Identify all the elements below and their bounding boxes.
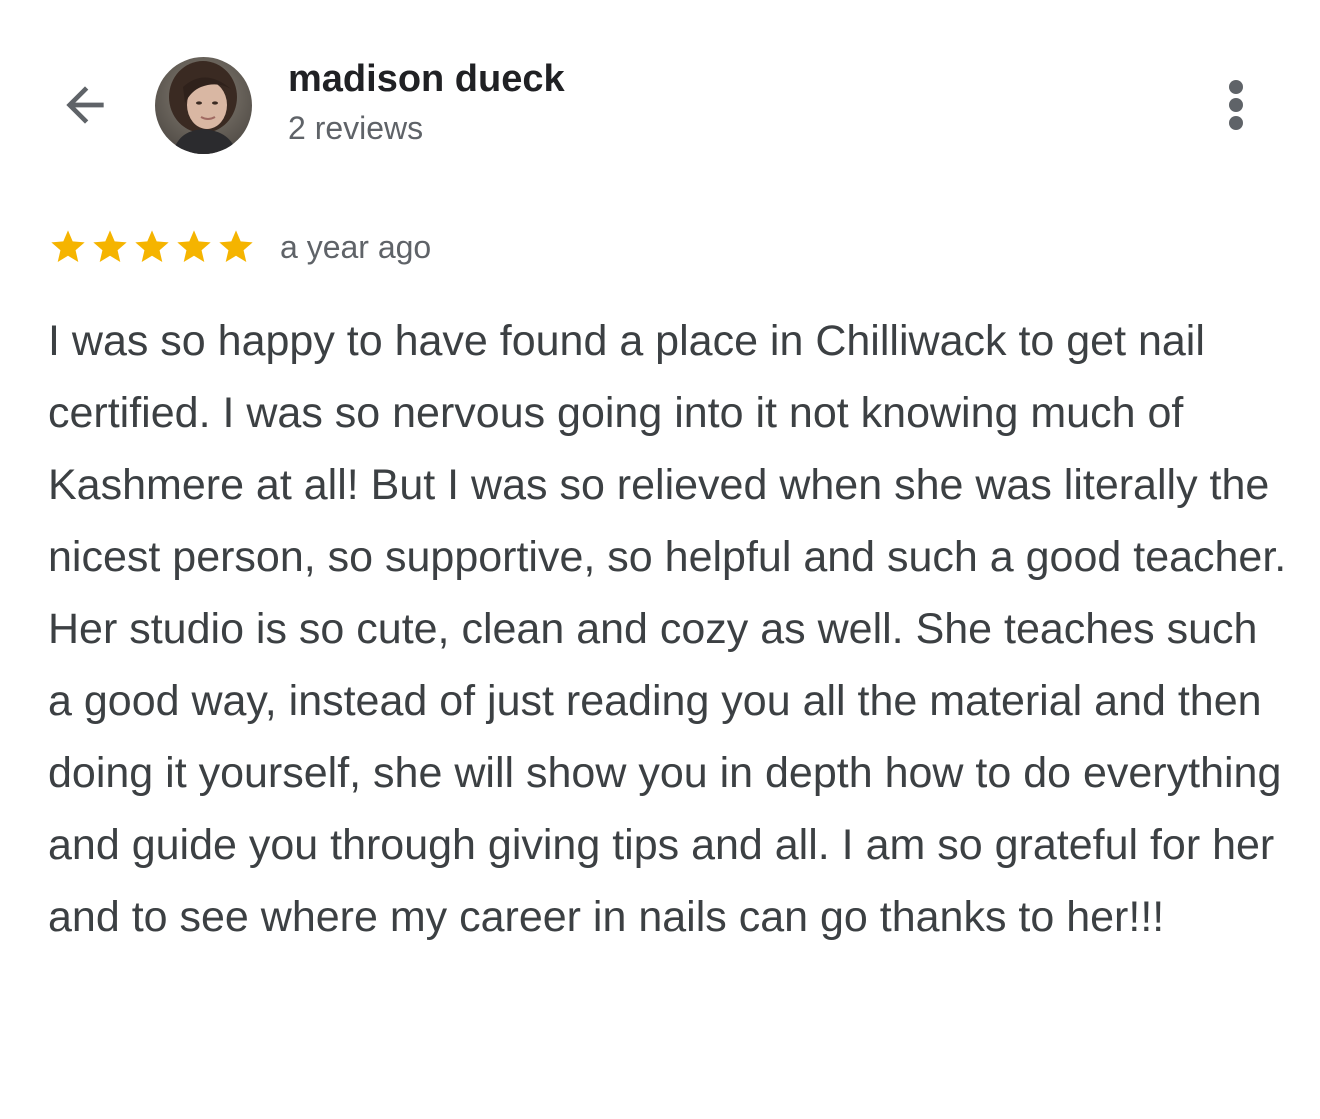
star-icon — [219, 230, 253, 262]
avatar[interactable] — [155, 57, 252, 154]
star-icon — [177, 230, 211, 262]
star-icon — [93, 230, 127, 262]
arrow-back-icon — [66, 86, 104, 124]
rating-row: a year ago — [48, 226, 431, 268]
star-icon — [135, 230, 169, 262]
back-button[interactable] — [50, 70, 120, 140]
star-icon — [51, 230, 85, 262]
author-name[interactable]: madison dueck — [288, 58, 565, 101]
author-review-count: 2 reviews — [288, 110, 424, 146]
more-vertical-icon — [1229, 80, 1243, 130]
review-header: madison dueck 2 reviews — [0, 0, 1320, 190]
review-date: a year ago — [280, 228, 432, 265]
more-options-button[interactable] — [1208, 70, 1264, 140]
review-text: I was so happy to have found a place in … — [48, 317, 1287, 941]
star-rating — [48, 227, 256, 267]
